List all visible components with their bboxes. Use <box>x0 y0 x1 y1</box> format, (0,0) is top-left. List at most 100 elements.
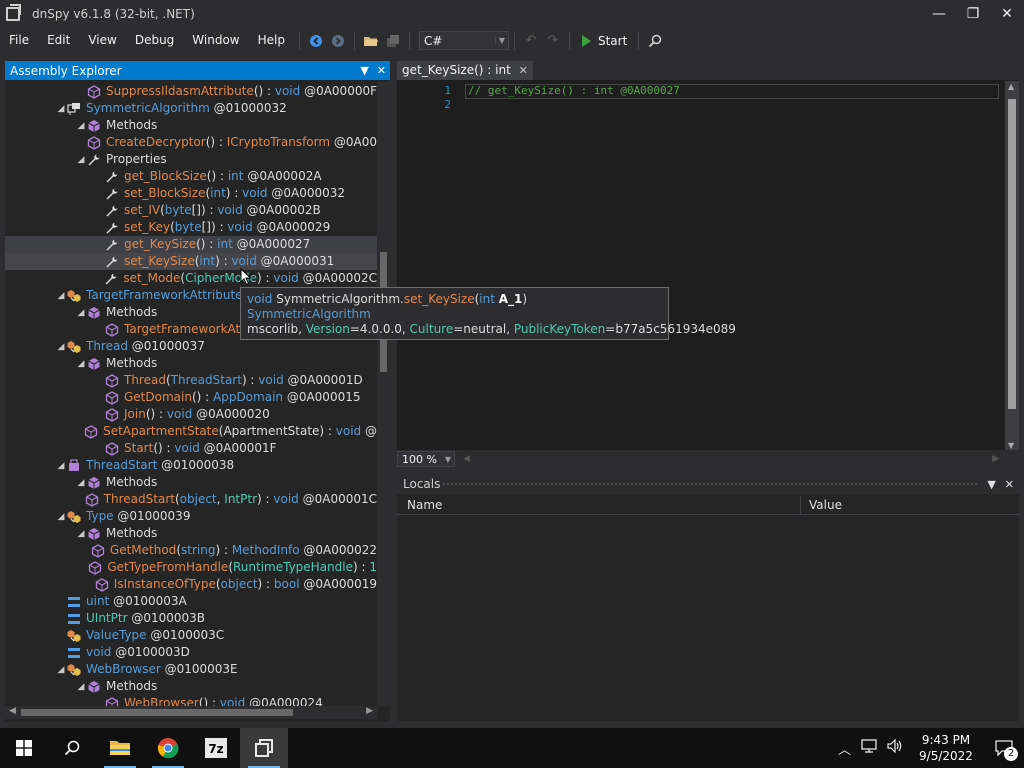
tree-item[interactable]: ThreadStart(object, IntPtr) : void @0A00… <box>5 491 377 508</box>
tree-item[interactable]: ◢ Methods <box>5 525 377 542</box>
tree-item[interactable]: WebBrowser() : void @0A000024 <box>5 695 377 706</box>
navigate-forward-icon[interactable] <box>327 30 349 52</box>
tree-item[interactable]: ◢ Methods <box>5 117 377 134</box>
tree-item[interactable]: CreateDecryptor() : ICryptoTransform @0A… <box>5 134 377 151</box>
tree-item[interactable]: void @0100003D <box>5 644 377 661</box>
redo-icon[interactable]: ↷ <box>542 30 564 52</box>
tree-item[interactable]: Thread(ThreadStart) : void @0A00001D <box>5 372 377 389</box>
taskbar-chrome[interactable] <box>144 728 192 768</box>
tree-item[interactable]: set_KeySize(int) : void @0A000031 <box>5 253 377 270</box>
tree-item[interactable]: SetApartmentState(ApartmentState) : void… <box>5 423 377 440</box>
menu-edit[interactable]: Edit <box>38 28 79 53</box>
start-debugging-button[interactable]: Start <box>575 34 633 48</box>
code-line[interactable]: // get_KeySize() : int @0A000027 <box>468 84 680 97</box>
taskbar-7zip[interactable]: 7z <box>192 728 240 768</box>
tree-item[interactable]: uint @0100003A <box>5 593 377 610</box>
volume-icon[interactable] <box>887 738 903 757</box>
expander-icon[interactable]: ◢ <box>75 526 87 543</box>
tree-item[interactable]: ◢ WebBrowser @0100003E <box>5 661 377 678</box>
tree-item[interactable]: ◢ Methods <box>5 678 377 695</box>
taskbar-search-button[interactable] <box>48 728 96 768</box>
column-header-name[interactable]: Name <box>399 496 801 514</box>
tree-item[interactable]: ◢ Thread @01000037 <box>5 338 377 355</box>
menu-view[interactable]: View <box>79 28 125 53</box>
scroll-left-icon[interactable]: ◀ <box>9 706 16 716</box>
tree-item[interactable]: GetTypeFromHandle(RuntimeTypeHandle) : 1 <box>5 559 377 576</box>
zoom-select[interactable]: 100 % ▼ <box>397 451 455 467</box>
expander-icon[interactable]: ◢ <box>75 356 87 373</box>
tree-item[interactable]: Start() : void @0A00001F <box>5 440 377 457</box>
method-icon <box>85 492 99 507</box>
taskbar-dnspy[interactable] <box>240 728 288 768</box>
text-segment: ThreadStart <box>86 458 158 472</box>
tree-item[interactable]: get_BlockSize() : int @0A00002A <box>5 168 377 185</box>
tree-item[interactable]: GetDomain() : AppDomain @0A000015 <box>5 389 377 406</box>
start-button[interactable] <box>0 728 48 768</box>
panel-menu-icon[interactable]: ▼ <box>360 64 368 77</box>
panel-menu-icon[interactable]: ▼ <box>987 478 995 491</box>
scroll-right-icon[interactable]: ▶ <box>366 706 373 716</box>
scroll-down-icon[interactable]: ▼ <box>1008 441 1014 450</box>
tree-item[interactable]: ◢ ThreadStart @01000038 <box>5 457 377 474</box>
panel-close-icon[interactable]: ✕ <box>377 64 386 77</box>
text-segment: CreateDecryptor <box>105 135 206 149</box>
text-segment: SuppressIldasmAttribute <box>106 84 254 98</box>
menu-file[interactable]: File <box>0 28 38 53</box>
language-select[interactable]: C# ▼ <box>418 31 509 50</box>
tree-item[interactable]: UIntPtr @0100003B <box>5 610 377 627</box>
code-view[interactable]: 1 // get_KeySize() : int @0A000027 2 <box>397 81 1007 450</box>
tree-item[interactable]: ◢ Methods <box>5 355 377 372</box>
tree-item[interactable]: IsInstanceOfType(object) : bool @0A00001… <box>5 576 377 593</box>
editor-vertical-scrollbar[interactable]: ▲ ▼ <box>1005 81 1019 451</box>
expander-icon[interactable]: ◢ <box>75 152 87 169</box>
tree-item[interactable]: SuppressIldasmAttribute() : void @0A0000… <box>5 83 377 100</box>
tree-item[interactable]: get_KeySize() : int @0A000027 <box>5 236 377 253</box>
methods-icon <box>87 476 101 490</box>
tree-horizontal-scrollbar[interactable]: ◀ ▶ <box>5 706 377 719</box>
chevron-up-icon[interactable]: ︿ <box>838 739 851 758</box>
taskbar-file-explorer[interactable] <box>96 728 144 768</box>
menu-window[interactable]: Window <box>183 28 248 53</box>
minimize-button[interactable]: — <box>922 0 956 28</box>
menu-debug[interactable]: Debug <box>126 28 183 53</box>
action-center-button[interactable]: 2 <box>984 728 1024 768</box>
text-segment: uint <box>86 594 110 608</box>
tree-item[interactable]: set_BlockSize(int) : void @0A000032 <box>5 185 377 202</box>
tree-item[interactable]: set_IV(byte[]) : void @0A00002B <box>5 202 377 219</box>
close-tab-icon[interactable]: ✕ <box>519 61 528 80</box>
scrollbar-thumb[interactable] <box>1008 99 1016 409</box>
search-icon[interactable] <box>644 30 666 52</box>
text-segment: RuntimeTypeHandle <box>233 560 353 574</box>
system-clock[interactable]: 9:43 PM 9/5/2022 <box>908 732 984 764</box>
document-tab[interactable]: get_KeySize() : int ✕ <box>397 61 533 80</box>
expander-icon[interactable]: ◢ <box>75 305 87 322</box>
undo-icon[interactable]: ↶ <box>520 30 542 52</box>
tree-vertical-scrollbar[interactable] <box>377 82 390 706</box>
column-header-value[interactable]: Value <box>801 496 1019 514</box>
scroll-right-icon[interactable]: ▶ <box>992 454 999 464</box>
tree-item[interactable]: set_Key(byte[]) : void @0A000029 <box>5 219 377 236</box>
expander-icon[interactable]: ◢ <box>75 118 87 135</box>
scrollbar-thumb[interactable] <box>21 709 293 716</box>
navigate-back-icon[interactable] <box>305 30 327 52</box>
tree-item[interactable]: ◢ Properties <box>5 151 377 168</box>
menu-help[interactable]: Help <box>249 28 294 53</box>
tree-item[interactable]: Join() : void @0A000020 <box>5 406 377 423</box>
tree-item[interactable]: ◢ Type @01000039 <box>5 508 377 525</box>
expander-icon[interactable]: ◢ <box>75 475 87 492</box>
text-segment: 1 <box>369 560 377 574</box>
tree-item[interactable]: ◢ Methods <box>5 474 377 491</box>
tree-item[interactable]: ◢ SymmetricAlgorithm @01000032 <box>5 100 377 117</box>
save-all-icon[interactable] <box>382 30 404 52</box>
expander-icon[interactable]: ◢ <box>75 679 87 696</box>
scroll-left-icon[interactable]: ◀ <box>463 454 470 464</box>
scroll-up-icon[interactable]: ▲ <box>1008 82 1014 91</box>
tree-item[interactable]: GetMethod(string) : MethodInfo @0A000022 <box>5 542 377 559</box>
tree-item[interactable]: set_Mode(CipherMode) : void @0A00002C <box>5 270 377 287</box>
maximize-button[interactable]: ❐ <box>956 0 990 28</box>
network-icon[interactable] <box>861 739 877 757</box>
close-button[interactable]: ✕ <box>990 0 1024 28</box>
open-folder-icon[interactable] <box>360 30 382 52</box>
tree-item[interactable]: ValueType @0100003C <box>5 627 377 644</box>
panel-close-icon[interactable]: ✕ <box>1005 478 1014 491</box>
